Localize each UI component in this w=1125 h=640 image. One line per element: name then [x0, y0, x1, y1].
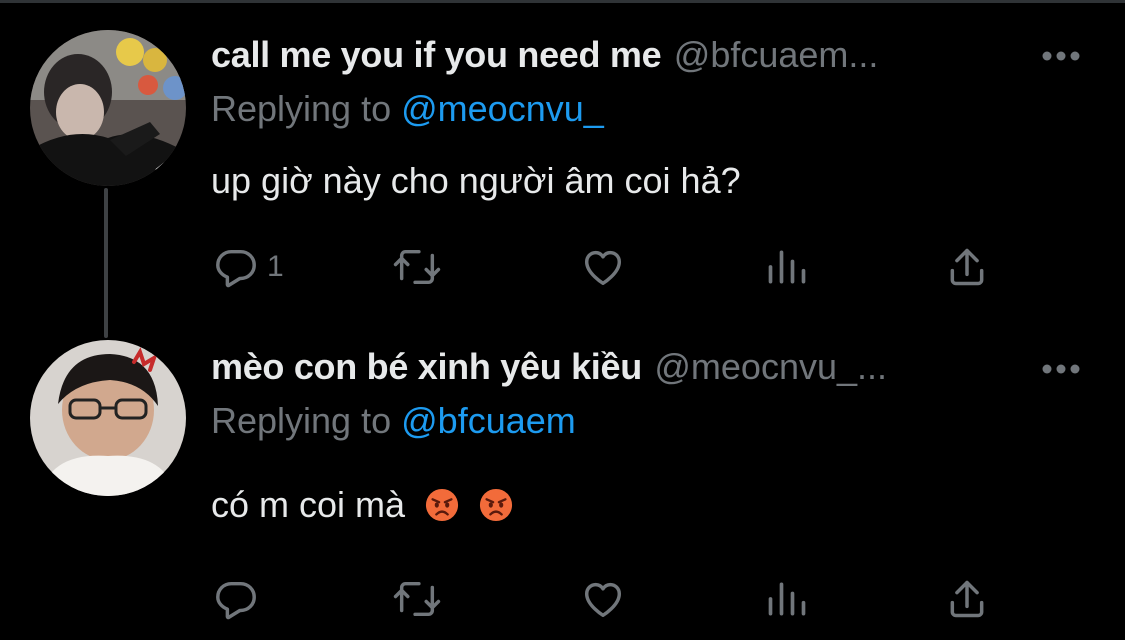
more-icon[interactable]	[1041, 50, 1081, 62]
tweet-2[interactable]: mèo con bé xinh yêu kiều @meocnvu_... Re…	[0, 320, 1125, 640]
replying-to-mention[interactable]: @meocnvu_	[401, 88, 604, 129]
angry-face-icon	[480, 488, 513, 522]
tweet-header: call me you if you need me @bfcuaem...	[211, 34, 1085, 84]
reply-icon	[216, 581, 256, 620]
avatar-photo-icon	[30, 340, 186, 496]
share-icon	[950, 580, 984, 618]
tweet-actions: 1	[211, 242, 1011, 292]
reply-button[interactable]: 1	[213, 242, 284, 292]
share-button[interactable]	[945, 242, 989, 292]
avatar[interactable]	[30, 340, 186, 496]
like-button[interactable]	[579, 574, 627, 624]
retweet-button[interactable]	[391, 242, 443, 292]
views-icon	[768, 582, 806, 616]
tweet-actions	[211, 574, 1011, 624]
like-icon	[584, 250, 622, 286]
tweet-header: mèo con bé xinh yêu kiều @meocnvu_...	[211, 346, 1085, 396]
retweet-button[interactable]	[391, 574, 443, 624]
angry-face-icon	[426, 488, 459, 522]
retweet-icon	[393, 581, 441, 617]
replying-to-line: Replying to @meocnvu_	[211, 88, 604, 130]
tweet-1[interactable]: call me you if you need me @bfcuaem... R…	[0, 0, 1125, 320]
user-handle[interactable]: @meocnvu_...	[654, 346, 887, 387]
avatar-photo-icon	[30, 30, 186, 186]
replying-to-label: Replying to	[211, 400, 392, 441]
tweet-text-content: có m coi mà	[211, 484, 406, 525]
display-name[interactable]: mèo con bé xinh yêu kiều	[211, 346, 642, 387]
reply-icon	[216, 249, 256, 288]
more-icon[interactable]	[1041, 363, 1081, 375]
like-icon	[584, 582, 622, 618]
views-icon	[768, 250, 806, 284]
replying-to-mention[interactable]: @bfcuaem	[401, 400, 576, 441]
display-name[interactable]: call me you if you need me	[211, 34, 662, 75]
tweet-text: có m coi mà	[211, 484, 513, 526]
reply-button[interactable]	[213, 574, 267, 624]
retweet-icon	[393, 249, 441, 285]
views-button[interactable]	[765, 574, 809, 624]
replying-to-line: Replying to @bfcuaem	[211, 400, 576, 442]
share-button[interactable]	[945, 574, 989, 624]
views-button[interactable]	[765, 242, 809, 292]
tweet-text-content: up giờ này cho người âm coi hả?	[211, 160, 741, 201]
reply-count: 1	[267, 250, 284, 283]
avatar[interactable]	[30, 30, 186, 186]
user-handle[interactable]: @bfcuaem...	[674, 34, 879, 75]
like-button[interactable]	[579, 242, 627, 292]
share-icon	[950, 248, 984, 286]
tweet-text: up giờ này cho người âm coi hả?	[211, 160, 741, 202]
replying-to-label: Replying to	[211, 88, 392, 129]
